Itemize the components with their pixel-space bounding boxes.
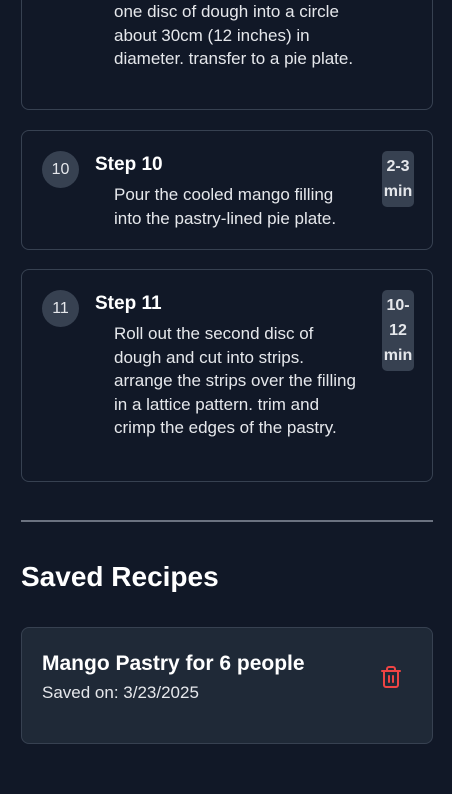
section-divider <box>21 520 433 522</box>
step-title: Step 11 <box>95 293 162 314</box>
step-number-badge: 11 <box>42 290 79 327</box>
saved-recipe-card[interactable]: Mango Pastry for 6 people Saved on: 3/23… <box>21 627 433 744</box>
step-card-10: 10 Step 10 Pour the cooled mango filling… <box>21 130 433 250</box>
step-card-11: 11 Step 11 Roll out the second disc of d… <box>21 269 433 482</box>
step-text: Roll out the second disc of dough and cu… <box>114 324 356 437</box>
step-title: Step 10 <box>95 154 163 175</box>
step-card-9: one disc of dough into a circle about 30… <box>21 0 433 110</box>
step-text: one disc of dough into a circle about 30… <box>114 2 354 68</box>
saved-recipes-heading: Saved Recipes <box>21 561 219 592</box>
delete-recipe-button[interactable] <box>379 665 403 689</box>
step-number-badge: 10 <box>42 151 79 188</box>
step-time-badge: 10-12 min <box>382 290 414 371</box>
step-text: Pour the cooled mango filling into the p… <box>114 185 337 228</box>
step-time-badge: 2-3 min <box>382 151 414 207</box>
saved-recipe-name: Mango Pastry for 6 people <box>42 652 305 675</box>
saved-recipe-date: Saved on: 3/23/2025 <box>42 683 199 702</box>
trash-icon <box>381 666 401 688</box>
